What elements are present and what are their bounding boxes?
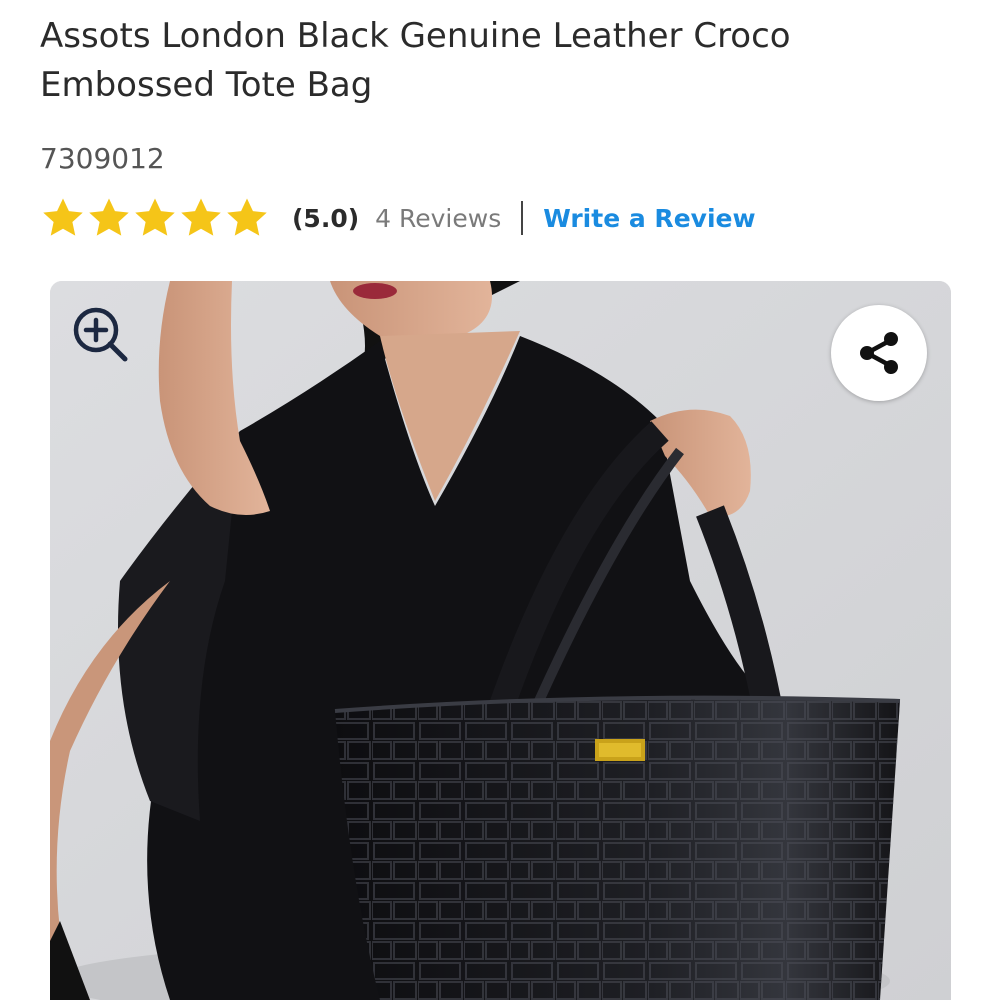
divider — [521, 201, 524, 235]
star-icon — [132, 195, 178, 241]
product-page: Assots London Black Genuine Leather Croc… — [0, 0, 1000, 1000]
write-review-link[interactable]: Write a Review — [543, 204, 755, 233]
star-icon — [86, 195, 132, 241]
share-icon — [860, 332, 898, 374]
star-icon — [224, 195, 270, 241]
product-photo — [50, 281, 951, 1000]
share-button[interactable] — [831, 305, 927, 401]
zoom-button[interactable] — [70, 304, 130, 364]
zoom-in-icon — [73, 307, 128, 362]
star-icon — [40, 195, 86, 241]
reviews-count-link[interactable]: 4 Reviews — [375, 204, 501, 233]
star-rating — [40, 195, 270, 241]
rating-row: (5.0) 4 Reviews Write a Review — [40, 194, 756, 242]
rating-score: (5.0) — [292, 203, 360, 233]
product-sku: 7309012 — [40, 142, 165, 175]
star-icon — [178, 195, 224, 241]
product-title: Assots London Black Genuine Leather Croc… — [40, 16, 791, 105]
product-image[interactable] — [50, 281, 951, 1000]
